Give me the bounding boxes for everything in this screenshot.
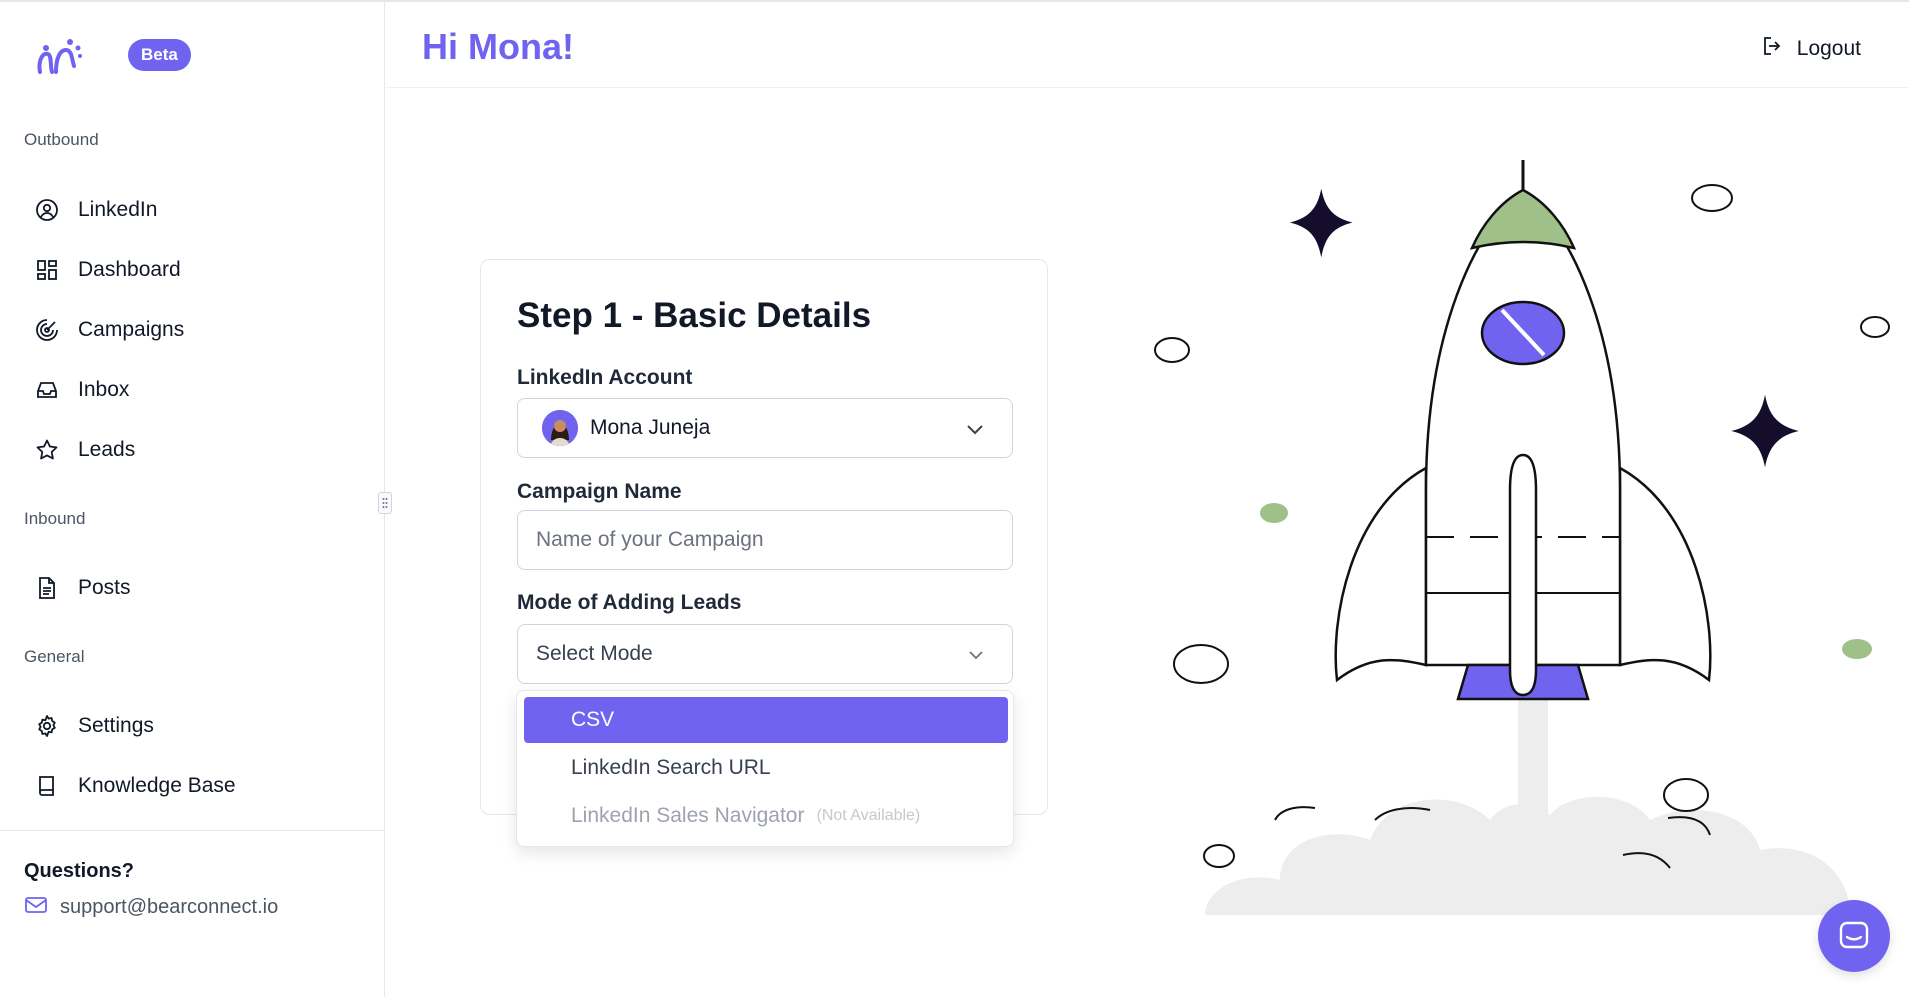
section-outbound: Outbound bbox=[24, 130, 99, 149]
sidebar-item-leads[interactable]: Leads bbox=[34, 430, 135, 470]
option-label: LinkedIn Search URL bbox=[571, 756, 771, 779]
logout-label: Logout bbox=[1796, 36, 1861, 60]
sidebar-item-posts[interactable]: Posts bbox=[34, 568, 131, 608]
sidebar-item-label: LinkedIn bbox=[78, 198, 158, 221]
sidebar-item-label: Dashboard bbox=[78, 258, 181, 281]
gear-icon bbox=[34, 713, 60, 739]
section-general: General bbox=[24, 647, 85, 666]
grid-icon bbox=[34, 257, 60, 283]
section-inbound: Inbound bbox=[24, 509, 86, 528]
bear-paw-logo[interactable] bbox=[34, 32, 86, 78]
mode-select-value: Select Mode bbox=[536, 642, 653, 665]
sidebar: Beta Outbound LinkedIn Dashboard Campaig… bbox=[0, 2, 385, 997]
mode-label: Mode of Adding Leads bbox=[517, 591, 742, 614]
sidebar-item-settings[interactable]: Settings bbox=[34, 706, 154, 746]
logout-icon bbox=[1761, 34, 1785, 63]
not-available-note: (Not Available) bbox=[816, 807, 921, 824]
sidebar-item-label: Knowledge Base bbox=[78, 774, 236, 797]
chat-icon bbox=[1839, 921, 1869, 949]
option-linkedin-search-url[interactable]: LinkedIn Search URL bbox=[524, 745, 1008, 791]
questions-heading: Questions? bbox=[24, 860, 135, 882]
mode-dropdown-menu: CSV LinkedIn Search URL LinkedIn Sales N… bbox=[516, 690, 1014, 847]
beta-badge: Beta bbox=[128, 39, 191, 71]
star-icon bbox=[34, 437, 60, 463]
document-icon bbox=[34, 575, 60, 601]
option-label: CSV bbox=[571, 708, 615, 731]
sidebar-item-label: Settings bbox=[78, 714, 154, 737]
chat-launcher-button[interactable] bbox=[1818, 900, 1890, 972]
campaign-name-label: Campaign Name bbox=[517, 480, 682, 503]
sidebar-item-linkedin[interactable]: LinkedIn bbox=[34, 190, 157, 230]
linkedin-account-label: LinkedIn Account bbox=[517, 366, 693, 389]
sidebar-divider bbox=[0, 830, 384, 831]
linkedin-account-select[interactable]: Mona Juneja bbox=[517, 398, 1013, 458]
logout-button[interactable]: Logout bbox=[1761, 34, 1861, 63]
mode-select[interactable]: Select Mode bbox=[517, 624, 1013, 684]
mail-icon bbox=[24, 895, 48, 920]
sidebar-item-inbox[interactable]: Inbox bbox=[34, 370, 129, 410]
option-label: LinkedIn Sales Navigator bbox=[571, 804, 805, 827]
chevron-down-icon bbox=[966, 645, 986, 670]
support-email: support@bearconnect.io bbox=[60, 896, 279, 918]
sidebar-item-label: Inbox bbox=[78, 378, 130, 401]
campaign-name-input[interactable] bbox=[517, 510, 1013, 570]
sidebar-item-knowledge-base[interactable]: Knowledge Base bbox=[34, 766, 236, 806]
sidebar-item-label: Posts bbox=[78, 576, 131, 599]
header: Hi Mona! Logout bbox=[386, 2, 1909, 88]
user-circle-icon bbox=[34, 197, 60, 223]
brand: Beta bbox=[34, 32, 191, 78]
drag-dots-icon bbox=[382, 498, 388, 508]
sidebar-item-label: Campaigns bbox=[78, 318, 185, 341]
option-csv[interactable]: CSV bbox=[524, 697, 1008, 743]
card-title: Step 1 - Basic Details bbox=[517, 296, 872, 335]
target-icon bbox=[34, 317, 60, 343]
sidebar-item-label: Leads bbox=[78, 438, 136, 461]
rocket-illustration bbox=[1154, 160, 1890, 915]
option-linkedin-sales-navigator: LinkedIn Sales Navigator (Not Available) bbox=[524, 793, 1008, 839]
greeting: Hi Mona! bbox=[422, 26, 574, 67]
sidebar-resize-handle[interactable] bbox=[378, 492, 392, 514]
account-name: Mona Juneja bbox=[590, 416, 711, 439]
book-icon bbox=[34, 773, 60, 799]
avatar bbox=[542, 410, 578, 446]
sidebar-item-campaigns[interactable]: Campaigns bbox=[34, 310, 184, 350]
sidebar-item-dashboard[interactable]: Dashboard bbox=[34, 250, 181, 290]
chevron-down-icon bbox=[964, 418, 986, 445]
support-link[interactable]: support@bearconnect.io bbox=[24, 895, 278, 920]
inbox-icon bbox=[34, 377, 60, 403]
